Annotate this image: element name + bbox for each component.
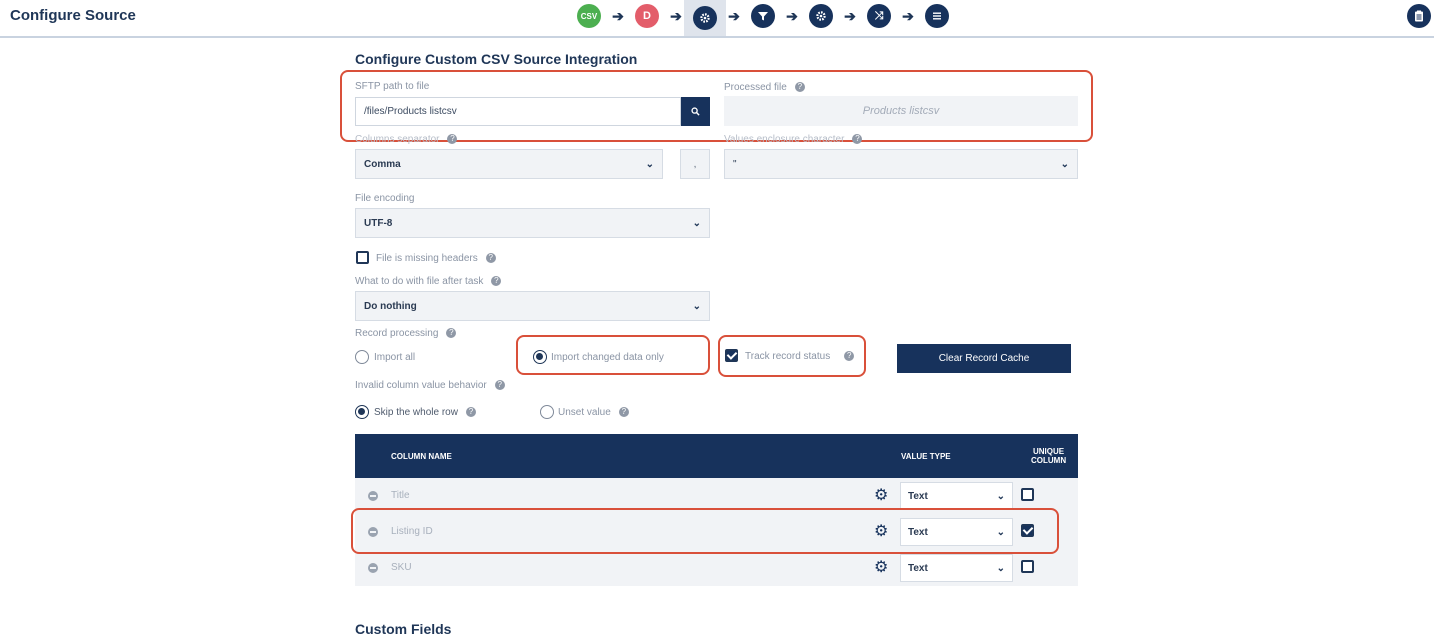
import-all-label: Import all <box>374 352 416 363</box>
help-icon: ? <box>465 407 476 418</box>
help-icon: ? <box>494 380 505 391</box>
highlight-sftp-section <box>340 70 1093 142</box>
help-icon: ? <box>852 134 863 145</box>
csv-badge-icon: CSV <box>577 4 601 28</box>
arrow-right-icon: ➔ <box>670 7 682 24</box>
step-csv[interactable]: CSV <box>568 0 610 33</box>
encoding-label: File encoding <box>355 193 415 204</box>
arrow-right-icon: ➔ <box>728 7 740 24</box>
invalid-behavior-label: Invalid column value behavior? <box>355 380 505 391</box>
separator-select[interactable]: Comma ⌄ <box>355 149 663 179</box>
unique-checkbox[interactable] <box>1021 560 1034 573</box>
step-d[interactable]: D <box>626 0 668 33</box>
gear-icon <box>809 4 833 28</box>
step-shuffle[interactable]: ⤨ <box>858 0 900 33</box>
clipboard-icon <box>1415 10 1423 22</box>
highlight-listing-id-row <box>351 508 1059 554</box>
arrow-right-icon: ➔ <box>612 7 624 24</box>
missing-headers-label: File is missing headers? <box>376 253 496 264</box>
gear-icon[interactable]: ⚙ <box>874 488 888 504</box>
enclosure-select[interactable]: " ⌄ <box>724 149 1078 179</box>
workflow-steps: CSV ➔ D ➔ ➔ ➔ ➔ ⤨ ➔ <box>568 0 958 36</box>
value-type-select[interactable]: Text ⌄ <box>900 482 1013 510</box>
remove-icon[interactable] <box>368 491 378 501</box>
value-type-value: Text <box>908 562 928 574</box>
step-filter[interactable] <box>742 0 784 33</box>
encoding-value: UTF-8 <box>364 217 393 229</box>
shuffle-icon: ⤨ <box>867 4 891 28</box>
highlight-import-changed <box>516 335 710 375</box>
help-icon: ? <box>446 328 457 339</box>
value-type-select[interactable]: Text ⌄ <box>900 554 1013 582</box>
remove-icon[interactable] <box>368 563 378 573</box>
gear-icon <box>693 6 717 30</box>
record-processing-label: Record processing? <box>355 328 457 339</box>
help-icon: ? <box>485 253 496 264</box>
enclosure-label: Values enclosure character? <box>724 134 863 145</box>
table-row: SKU ⚙ Text ⌄ <box>355 550 1078 586</box>
help-icon: ? <box>447 134 458 145</box>
help-icon: ? <box>491 276 502 287</box>
column-name: Title <box>391 490 410 501</box>
skip-row-label: Skip the whole row? <box>374 407 476 418</box>
chevron-down-icon: ⌄ <box>1060 158 1069 170</box>
chevron-down-icon: ⌄ <box>692 300 701 312</box>
custom-fields-heading: Custom Fields <box>355 621 452 637</box>
step-list[interactable] <box>916 0 958 33</box>
clipboard-button[interactable] <box>1407 4 1431 28</box>
unique-column-header: UNIQUE COLUMN <box>1031 447 1066 465</box>
top-bar: Configure Source CSV ➔ D ➔ ➔ ➔ ➔ ⤨ ➔ <box>0 0 1434 38</box>
after-task-value: Do nothing <box>364 300 417 312</box>
chevron-down-icon: ⌄ <box>645 158 654 170</box>
import-all-radio[interactable] <box>355 350 369 364</box>
highlight-track-status <box>718 335 866 377</box>
unique-header-line1: UNIQUE <box>1032 447 1065 456</box>
chevron-down-icon: ⌄ <box>996 490 1005 502</box>
skip-row-radio[interactable] <box>355 405 369 419</box>
form-heading: Configure Custom CSV Source Integration <box>355 51 638 67</box>
separator-char-field[interactable]: , <box>680 149 710 179</box>
column-name: SKU <box>391 562 412 573</box>
help-icon: ? <box>618 407 629 418</box>
missing-headers-checkbox[interactable] <box>356 251 369 264</box>
page-title: Configure Source <box>10 7 136 24</box>
unset-value-label: Unset value? <box>558 407 629 418</box>
separator-value: Comma <box>364 158 401 170</box>
step-settings-active[interactable] <box>684 0 726 36</box>
encoding-select[interactable]: UTF-8 ⌄ <box>355 208 710 238</box>
d-badge-icon: D <box>635 4 659 28</box>
columns-table-header: COLUMN NAME VALUE TYPE UNIQUE COLUMN <box>355 434 1078 478</box>
list-icon <box>925 4 949 28</box>
arrow-right-icon: ➔ <box>844 7 856 24</box>
chevron-down-icon: ⌄ <box>996 562 1005 574</box>
column-name-header: COLUMN NAME <box>391 452 452 461</box>
unset-value-radio[interactable] <box>540 405 554 419</box>
arrow-right-icon: ➔ <box>902 7 914 24</box>
after-task-label: What to do with file after task? <box>355 276 502 287</box>
value-type-value: Text <box>908 490 928 502</box>
arrow-right-icon: ➔ <box>786 7 798 24</box>
filter-icon <box>751 4 775 28</box>
after-task-select[interactable]: Do nothing ⌄ <box>355 291 710 321</box>
unique-header-line2: COLUMN <box>1031 456 1067 465</box>
clear-record-cache-button[interactable]: Clear Record Cache <box>897 344 1071 373</box>
unique-checkbox[interactable] <box>1021 488 1034 501</box>
value-type-header: VALUE TYPE <box>901 452 951 461</box>
step-settings[interactable] <box>800 0 842 33</box>
separator-label: Columns separator? <box>355 134 458 145</box>
enclosure-value: " <box>733 158 737 170</box>
gear-icon[interactable]: ⚙ <box>874 560 888 576</box>
chevron-down-icon: ⌄ <box>692 217 701 229</box>
